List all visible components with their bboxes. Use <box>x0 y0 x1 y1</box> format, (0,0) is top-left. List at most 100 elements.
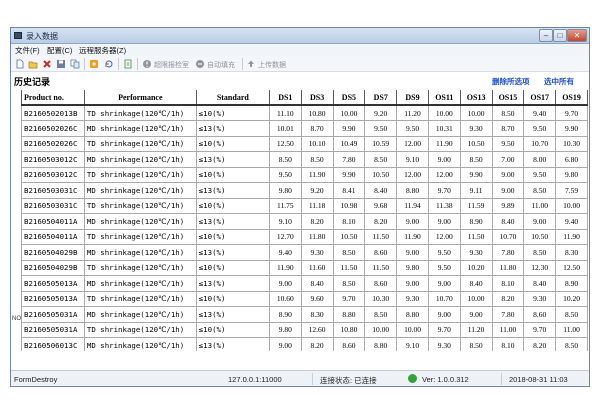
value-cell: 12.50 <box>268 135 302 152</box>
table-row[interactable]: B2160506013C MD shrinkage(120℃/1h) ≤13(%) 9… <box>21 337 588 351</box>
upload-icon[interactable] <box>246 59 256 69</box>
column-header-product-no[interactable]: Product no. <box>21 90 85 106</box>
value-cell: 11.00 <box>555 321 588 338</box>
column-header-standard[interactable]: Standard <box>195 90 270 106</box>
title-bar[interactable]: 录入数据 – □ ✕ <box>11 28 589 44</box>
value-cell: 8.20 <box>300 337 334 351</box>
product-number-cell: B2160505031A <box>21 321 85 338</box>
delete-icon[interactable] <box>42 59 52 69</box>
refresh-icon[interactable] <box>104 59 114 69</box>
column-header-os19[interactable]: OS19 <box>555 90 588 106</box>
value-cell: 9.50 <box>427 244 461 261</box>
value-cell: 7.59 <box>555 182 588 199</box>
autofill-button[interactable]: 自动填充 <box>207 60 235 70</box>
table-row[interactable]: B2160505013A TD shrinkage(120℃/1h) ≤10(%) 1… <box>21 290 588 307</box>
value-cell: 10.00 <box>459 104 493 121</box>
column-header-os13[interactable]: OS13 <box>459 90 493 106</box>
table-row[interactable]: B2160504029B MD shrinkage(120℃/1h) ≤13(%) 9… <box>21 244 588 261</box>
table-row[interactable]: B2160505013A MD shrinkage(120℃/1h) ≤13(%) 9… <box>21 275 588 292</box>
column-header-ds5[interactable]: DS5 <box>332 90 366 106</box>
alert-icon[interactable] <box>142 59 152 69</box>
column-header-ds1[interactable]: DS1 <box>268 90 302 106</box>
table-row[interactable]: B2160504011A MD shrinkage(120℃/1h) ≤13(%) 9… <box>21 213 588 230</box>
export-icon[interactable] <box>89 59 99 69</box>
delete-selected-link[interactable]: 删除所选项 <box>492 76 530 87</box>
over-limit-button[interactable]: 超限报检室 <box>154 60 189 70</box>
value-cell: 12.00 <box>427 166 461 183</box>
menu-file[interactable]: 文件(F) <box>15 45 40 56</box>
table-row[interactable]: B2160505031A MD shrinkage(120℃/1h) ≤13(%) 8… <box>21 306 588 323</box>
value-cell: 9.50 <box>491 135 525 152</box>
column-header-ds7[interactable]: DS7 <box>364 90 398 106</box>
value-cell: 11.60 <box>300 259 334 276</box>
autofill-icon[interactable] <box>195 59 205 69</box>
value-cell: 9.90 <box>555 120 588 137</box>
value-cell: 11.50 <box>364 259 398 276</box>
menu-config[interactable]: 配置(C) <box>47 45 72 56</box>
value-cell: 9.00 <box>427 151 461 168</box>
table-row[interactable]: B2160502026C MD shrinkage(120℃/1h) ≤13(%) 1… <box>21 120 588 137</box>
menu-remote-server[interactable]: 远程服务器(Z) <box>79 45 126 56</box>
product-number-cell: B2160505013A <box>21 290 85 307</box>
table-row[interactable]: B2160503031C TD shrinkage(120℃/1h) ≤10(%) 1… <box>21 197 588 214</box>
value-cell: 8.41 <box>332 182 366 199</box>
value-cell: 9.00 <box>396 213 429 230</box>
value-cell: 11.38 <box>427 197 461 214</box>
value-cell: 9.11 <box>459 182 493 199</box>
value-cell: 7.00 <box>491 151 525 168</box>
product-number-cell: B2160504029B <box>21 244 85 261</box>
table-row[interactable]: B2160505031A TD shrinkage(120℃/1h) ≤10(%) 9… <box>21 321 588 338</box>
column-header-ds9[interactable]: DS9 <box>396 90 429 106</box>
value-cell: 8.90 <box>555 275 588 292</box>
value-cell: 11.18 <box>300 197 334 214</box>
column-header-os15[interactable]: OS15 <box>491 90 525 106</box>
table-row[interactable]: B2160503031C MD shrinkage(120℃/1h) ≤13(%) 9… <box>21 182 588 199</box>
value-cell: 10.50 <box>364 166 398 183</box>
table-body: B2160502013B TD shrinkage(120℃/1h) ≤10(%) 1… <box>21 104 588 351</box>
value-cell: 10.80 <box>300 104 334 121</box>
column-header-os11[interactable]: OS11 <box>427 90 461 106</box>
value-cell: 10.00 <box>427 104 461 121</box>
select-all-link[interactable]: 选中所有 <box>544 76 574 87</box>
value-cell: 9.90 <box>459 166 493 183</box>
value-cell: 8.60 <box>332 337 366 351</box>
value-cell: 8.50 <box>459 337 493 351</box>
table-row[interactable]: B2160503012C MD shrinkage(120℃/1h) ≤13(%) 8… <box>21 151 588 168</box>
column-header-ds3[interactable]: DS3 <box>300 90 334 106</box>
document-icon[interactable] <box>123 59 133 69</box>
standard-cell: ≤10(%) <box>195 259 270 276</box>
standard-cell: ≤13(%) <box>195 151 270 168</box>
value-cell: 10.98 <box>332 197 366 214</box>
open-folder-icon[interactable] <box>28 59 38 69</box>
version-label: Ver: 1.0.0.312 <box>422 375 469 384</box>
upload-button[interactable]: 上传数据 <box>258 60 286 70</box>
table-row[interactable]: B2160502013B TD shrinkage(120℃/1h) ≤10(%) 1… <box>21 104 588 121</box>
value-cell: 9.70 <box>427 321 461 338</box>
table-row[interactable]: B2160502026C TD shrinkage(120℃/1h) ≤10(%) 1… <box>21 135 588 152</box>
close-button[interactable]: ✕ <box>567 29 587 42</box>
value-cell: 10.59 <box>364 135 398 152</box>
table-row[interactable]: B2160503012C TD shrinkage(120℃/1h) ≤10(%) 9… <box>21 166 588 183</box>
value-cell: 8.40 <box>523 275 557 292</box>
value-cell: 8.50 <box>459 151 493 168</box>
toolbar-separator <box>242 58 243 70</box>
copy-icon[interactable] <box>70 59 80 69</box>
table-row[interactable]: B2160504029B TD shrinkage(120℃/1h) ≤10(%) 1… <box>21 259 588 276</box>
column-header-performance[interactable]: Performance <box>83 90 197 106</box>
column-header-os17[interactable]: OS17 <box>523 90 557 106</box>
value-cell: 11.00 <box>491 321 525 338</box>
new-file-icon[interactable] <box>15 59 25 69</box>
save-icon[interactable] <box>56 59 66 69</box>
standard-cell: ≤10(%) <box>195 135 270 152</box>
history-table-container[interactable]: Product no. Performance Standard DS1 DS3 DS5 D… <box>21 90 588 351</box>
table-row[interactable]: B2160504011A TD shrinkage(120℃/1h) ≤10(%) 1… <box>21 228 588 245</box>
minimize-button[interactable]: – <box>539 29 553 42</box>
performance-cell: TD shrinkage(120℃/1h) <box>83 135 197 152</box>
value-cell: 11.94 <box>396 197 429 214</box>
toolbar-separator <box>84 58 85 70</box>
value-cell: 8.90 <box>268 306 302 323</box>
maximize-button[interactable]: □ <box>553 29 567 42</box>
connection-status: 连接状态: 已连接 <box>320 376 377 385</box>
value-cell: 9.00 <box>268 275 302 292</box>
standard-cell: ≤13(%) <box>195 275 270 292</box>
